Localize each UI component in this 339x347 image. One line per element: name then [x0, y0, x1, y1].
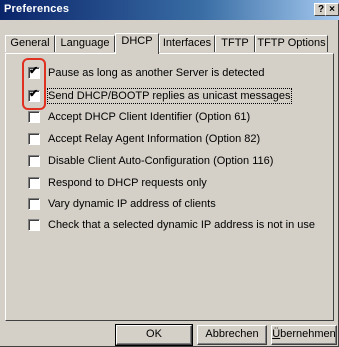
checkbox[interactable]: ✔: [28, 88, 40, 102]
option-label: Disable Client Auto-Configuration (Optio…: [48, 155, 274, 167]
preferences-dialog: Preferences ? × General Language DHCP In…: [0, 0, 339, 347]
apply-mnemonic: Ü: [272, 328, 281, 340]
checkbox[interactable]: [28, 133, 40, 145]
apply-label-rest: bernehmen: [280, 328, 336, 340]
checkbox[interactable]: [28, 177, 40, 189]
apply-button[interactable]: Übernehmen: [271, 325, 337, 345]
option-label: Accept DHCP Client Identifier (Option 61…: [48, 111, 251, 123]
option-label: Respond to DHCP requests only: [48, 177, 207, 189]
checkbox[interactable]: [28, 155, 40, 167]
ok-button[interactable]: OK: [115, 324, 193, 346]
option-label: Check that a selected dynamic IP address…: [48, 219, 315, 231]
tab-general[interactable]: General: [5, 35, 55, 52]
cancel-button[interactable]: Abbrechen: [197, 325, 267, 345]
checkmark-icon: ✔: [29, 65, 39, 77]
tab-tftp[interactable]: TFTP: [215, 35, 255, 52]
checkbox[interactable]: ✔: [28, 65, 40, 79]
tab-dhcp[interactable]: DHCP: [115, 33, 159, 54]
close-button[interactable]: ×: [325, 3, 339, 16]
checkbox[interactable]: [28, 111, 40, 123]
checkmark-icon: ✔: [29, 88, 39, 100]
tab-language[interactable]: Language: [55, 35, 115, 52]
tab-interfaces[interactable]: Interfaces: [159, 35, 215, 52]
title-bar: Preferences ? ×: [0, 0, 339, 20]
option-label: Vary dynamic IP address of clients: [48, 198, 216, 210]
checkbox[interactable]: [28, 219, 40, 231]
checkbox[interactable]: [28, 198, 40, 210]
option-label: Accept Relay Agent Information (Option 8…: [48, 133, 261, 145]
tab-tftp-options[interactable]: TFTP Options: [255, 35, 328, 52]
window-title: Preferences: [4, 3, 70, 15]
option-label: Send DHCP/BOOTP replies as unicast messa…: [47, 88, 292, 104]
option-label: Pause as long as another Server is detec…: [48, 67, 265, 79]
